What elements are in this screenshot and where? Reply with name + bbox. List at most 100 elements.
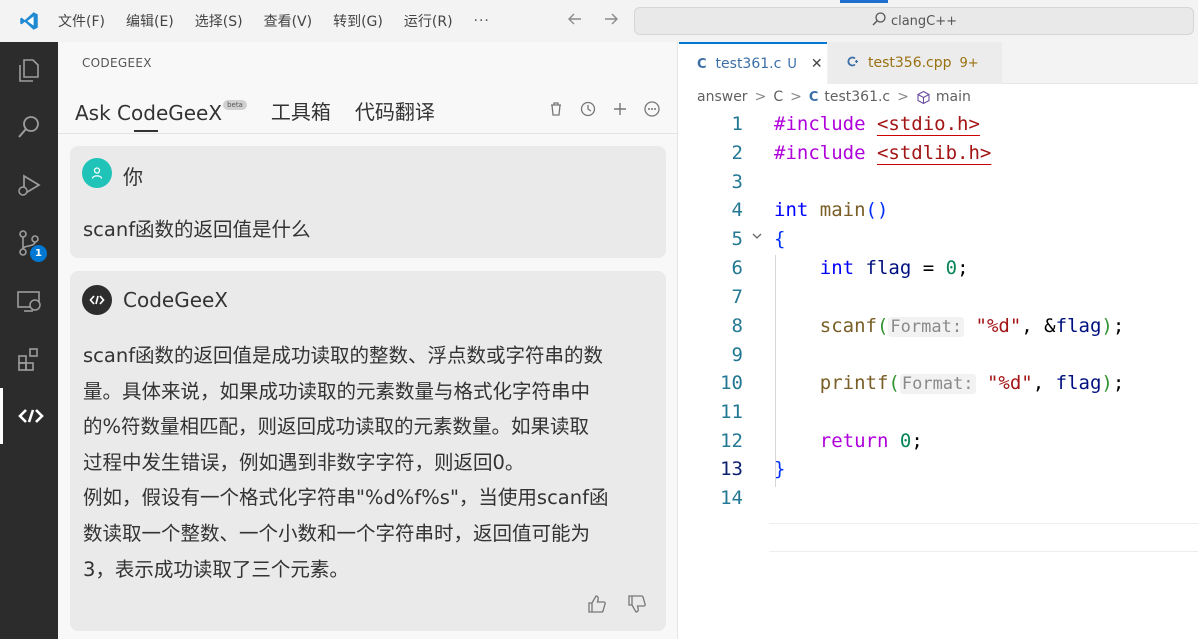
tab-problem-count: 9+: [959, 55, 979, 71]
remote-explorer-icon[interactable]: [0, 273, 58, 329]
line-number: 6: [731, 257, 743, 279]
editor-tab-bar: C test361.c U ✕ test356.cpp 9+: [679, 42, 1198, 84]
code-text: int flag = 0;: [819, 257, 969, 279]
active-tab-underline: [134, 130, 158, 132]
cpp-file-icon: [846, 55, 859, 72]
panel-actions: [547, 100, 661, 122]
user-message-card: 你 scanf函数的返回值是什么: [70, 146, 666, 258]
command-center-search[interactable]: clangC++: [634, 7, 1194, 35]
code-line: 1 #include <stdio.h>: [679, 113, 1198, 142]
code-line: 14: [679, 487, 1198, 516]
user-avatar-icon: [82, 158, 112, 188]
menu-go[interactable]: 转到(G): [333, 11, 383, 31]
breadcrumb-symbol[interactable]: main: [936, 89, 971, 105]
beta-badge: beta: [223, 100, 247, 110]
line-number: 13: [720, 458, 743, 480]
fold-chevron-icon[interactable]: [751, 230, 763, 246]
close-tab-icon[interactable]: ✕: [811, 56, 823, 72]
editor-tab-test356[interactable]: test356.cpp 9+: [828, 42, 1002, 84]
assistant-message-text: scanf函数的返回值是成功读取的整数、浮点数或字符串的数 量。具体来说，如果成…: [83, 338, 661, 587]
panel-tabs: Ask CodeGeeX beta 工具箱 代码翻译: [75, 96, 459, 125]
menu-run[interactable]: 运行(R): [404, 11, 453, 31]
code-line: 12 return 0;: [679, 430, 1198, 459]
activity-bar: 1: [0, 42, 58, 639]
forward-arrow-icon[interactable]: [602, 10, 620, 33]
menu-file[interactable]: 文件(F): [58, 11, 105, 31]
source-control-badge: 1: [30, 245, 47, 262]
answer-line: scanf函数的返回值是成功读取的整数、浮点数或字符串的数: [83, 344, 604, 367]
answer-line: 量。具体来说，如果成功读取的元素数量与格式化字符串中: [83, 379, 591, 403]
new-chat-plus-icon[interactable]: [611, 100, 629, 122]
line-number: 2: [731, 142, 743, 164]
code-line: 9: [679, 344, 1198, 373]
trash-icon[interactable]: [547, 100, 565, 122]
breadcrumb-c[interactable]: C: [773, 89, 783, 105]
more-options-icon[interactable]: [643, 100, 661, 122]
line-number: 1: [731, 113, 743, 135]
code-text: #include <stdio.h>: [774, 113, 980, 135]
back-arrow-icon[interactable]: [566, 10, 584, 33]
code-line: 8 scanf(Format: "%d", &flag);: [679, 315, 1198, 344]
answer-line: 的%符数量相匹配，则返回成功读取的元素数量。如果读取: [83, 415, 590, 439]
breadcrumb-separator: >: [754, 89, 767, 105]
user-message-text: scanf函数的返回值是什么: [83, 218, 311, 241]
tab-code-translate[interactable]: 代码翻译: [355, 96, 435, 125]
panel-header: CODEGEEX: [82, 56, 152, 70]
line-number: 10: [720, 372, 743, 394]
line-number: 3: [731, 171, 743, 193]
menu-view[interactable]: 查看(V): [264, 11, 313, 31]
code-line: 6 int flag = 0;: [679, 257, 1198, 286]
answer-line: 过程中发生错误，例如遇到非数字字符，则返回0。: [83, 450, 525, 474]
panel-divider: [58, 133, 678, 134]
thumbs-up-icon[interactable]: [586, 593, 608, 619]
breadcrumb-separator: >: [897, 89, 909, 105]
source-control-icon[interactable]: 1: [0, 215, 58, 271]
tab-ask-label: Ask CodeGeeX: [75, 101, 223, 125]
line-number: 4: [731, 199, 743, 221]
menu-more[interactable]: ···: [474, 13, 490, 29]
breadcrumb-answer[interactable]: answer: [697, 89, 748, 105]
symbol-method-icon: [916, 90, 931, 105]
code-line: 13 }: [679, 458, 1198, 487]
code-line: 4 int main(): [679, 199, 1198, 228]
menu-selection[interactable]: 选择(S): [195, 11, 243, 31]
line-number: 8: [731, 315, 743, 337]
tab-filename: test361.c: [715, 56, 782, 72]
assistant-sender-name: CodeGeeX: [123, 288, 229, 312]
explorer-icon[interactable]: [0, 42, 58, 98]
search-text: clangC++: [890, 13, 958, 29]
c-file-icon: C: [697, 56, 707, 72]
history-icon[interactable]: [579, 100, 597, 122]
menu-edit[interactable]: 编辑(E): [126, 11, 174, 31]
tab-status-untracked: U: [787, 56, 797, 72]
current-line-highlight: [769, 523, 1198, 552]
breadcrumb-file[interactable]: test361.c: [824, 89, 890, 105]
tab-toolbox[interactable]: 工具箱: [271, 96, 331, 125]
tab-ask-codegeex[interactable]: Ask CodeGeeX beta: [75, 100, 247, 125]
breadcrumb-separator: >: [790, 89, 802, 105]
line-number: 9: [731, 344, 743, 366]
line-number: 7: [731, 286, 743, 308]
code-text: #include <stdlib.h>: [774, 142, 992, 164]
inlay-hint: Format:: [899, 374, 976, 394]
assistant-message-card: CodeGeeX scanf函数的返回值是成功读取的整数、浮点数或字符串的数 量…: [70, 271, 666, 631]
inlay-hint: Format:: [888, 317, 965, 337]
codegeex-icon[interactable]: [0, 388, 58, 444]
editor-area: C test361.c U ✕ test356.cpp 9+ answer > …: [679, 42, 1198, 639]
breadcrumb: answer > C > C test361.c > main: [697, 89, 971, 105]
search-icon: [871, 11, 891, 31]
codegeex-avatar-icon: [82, 285, 112, 315]
editor-tab-test361[interactable]: C test361.c U ✕: [679, 42, 827, 84]
extensions-icon[interactable]: [0, 331, 58, 387]
code-line: 3: [679, 171, 1198, 200]
tab-filename: test356.cpp: [868, 55, 952, 71]
title-accent-bar: [840, 0, 888, 3]
code-text: }: [774, 458, 786, 480]
run-debug-icon[interactable]: [0, 157, 58, 213]
line-number: 12: [720, 430, 743, 452]
search-activity-icon[interactable]: [0, 99, 58, 155]
nav-arrows: [566, 10, 620, 33]
code-line: 7: [679, 286, 1198, 315]
code-line: 5 {: [679, 228, 1198, 257]
thumbs-down-icon[interactable]: [626, 593, 648, 619]
